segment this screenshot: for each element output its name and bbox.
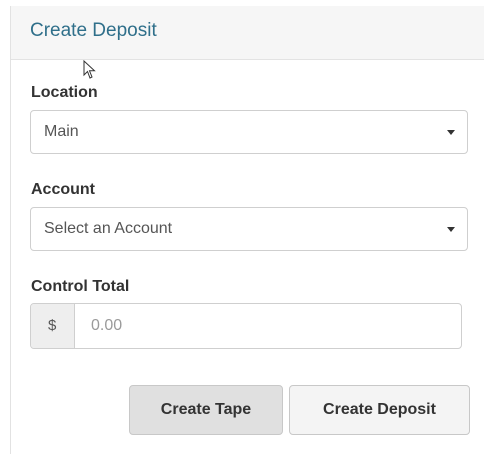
- account-placeholder: Select an Account: [44, 220, 173, 237]
- create-tape-button[interactable]: Create Tape: [129, 385, 283, 435]
- location-label: Location: [31, 84, 98, 101]
- currency-symbol: $: [48, 317, 57, 334]
- account-label: Account: [31, 181, 95, 198]
- caret-down-icon: [447, 130, 455, 135]
- panel-title: Create Deposit: [30, 20, 157, 41]
- currency-addon: $: [31, 304, 75, 348]
- location-selected-value: Main: [44, 123, 79, 140]
- control-total-input[interactable]: [75, 304, 461, 348]
- caret-down-icon: [447, 227, 455, 232]
- location-select[interactable]: Main: [30, 110, 468, 154]
- control-total-input-group: $: [30, 303, 462, 349]
- account-select[interactable]: Select an Account: [30, 207, 468, 251]
- create-deposit-button[interactable]: Create Deposit: [289, 385, 470, 435]
- create-deposit-panel: Create Deposit Location Main Account Sel…: [10, 6, 484, 454]
- panel-header: Create Deposit: [11, 6, 484, 60]
- control-total-label: Control Total: [31, 278, 130, 295]
- mouse-pointer-icon: [83, 60, 96, 79]
